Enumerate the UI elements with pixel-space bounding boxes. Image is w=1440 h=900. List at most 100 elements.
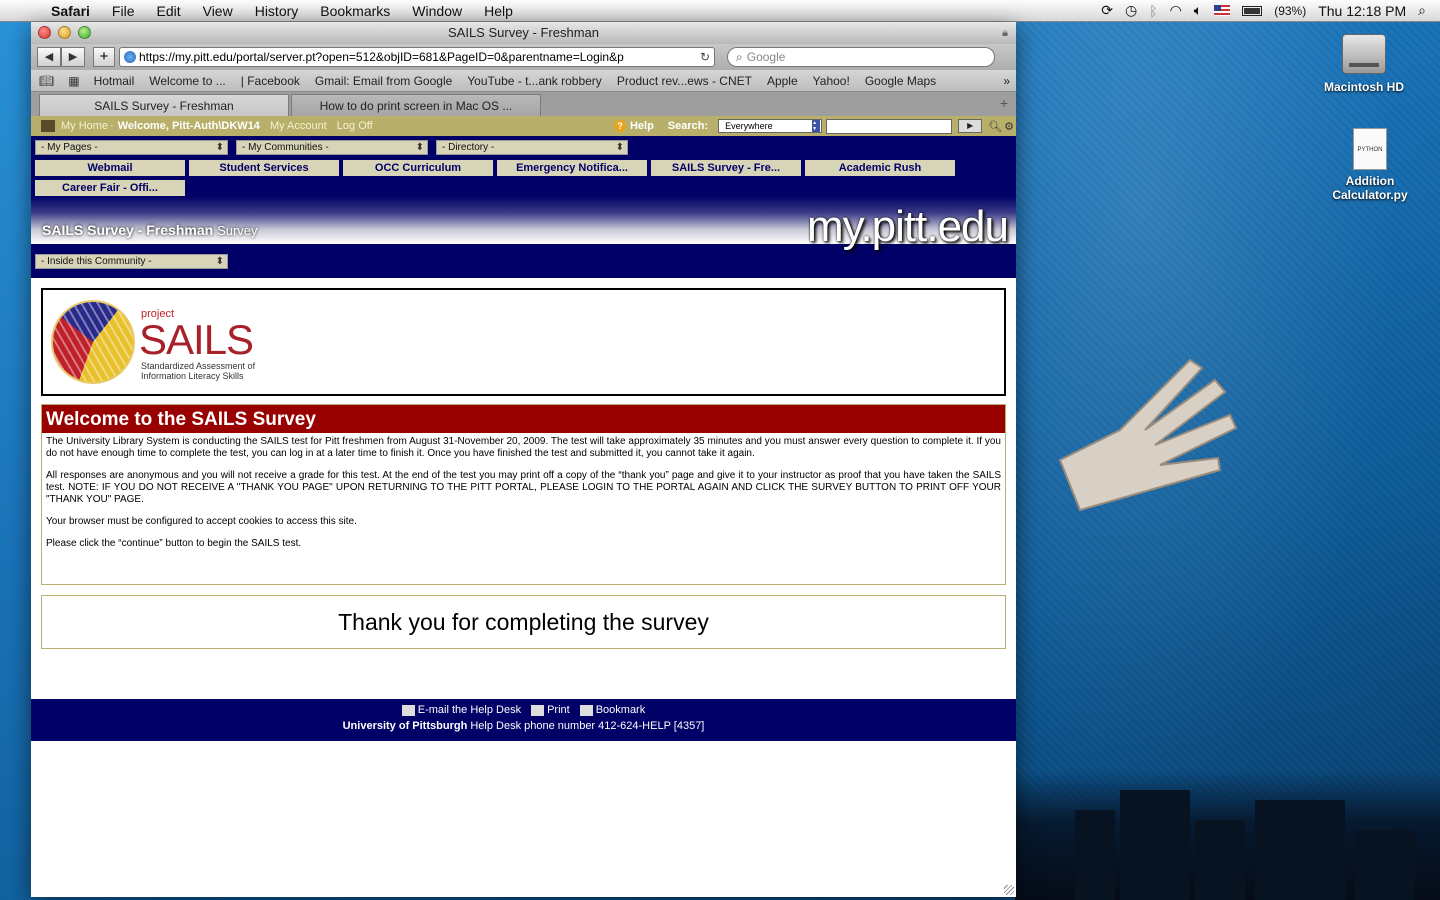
my-pages-dropdown[interactable]: - My Pages - xyxy=(35,140,228,155)
zoom-icon[interactable] xyxy=(78,26,91,39)
bookmark-welcome[interactable]: Welcome to ... xyxy=(149,74,225,88)
portal-search-label: Search: xyxy=(667,120,709,132)
new-tab-icon[interactable]: + xyxy=(1000,95,1008,111)
thank-you-panel: Thank you for completing the survey xyxy=(41,595,1006,649)
bookmark-gmail[interactable]: Gmail: Email from Google xyxy=(315,74,452,88)
search-field[interactable]: ⌕ Google xyxy=(727,47,995,67)
menu-view[interactable]: View xyxy=(192,3,244,19)
portal-brand-logo: my.pitt.edu xyxy=(807,202,1009,251)
volume-icon[interactable]: 🔈︎ xyxy=(1194,2,1202,19)
tab-print-screen[interactable]: How to do print screen in Mac OS ... xyxy=(291,94,541,116)
back-button[interactable]: ◀ xyxy=(37,47,61,67)
page-title: SAILS Survey - Freshman Survey xyxy=(42,222,258,238)
phone-text: Help Desk phone number 412-624-HELP [435… xyxy=(470,720,705,732)
browser-window: SAILS Survey - Freshman 🔒︎ ◀ ▶ + https:/… xyxy=(31,22,1016,897)
my-home-link[interactable]: My Home xyxy=(61,120,108,132)
nav-career-fair[interactable]: Career Fair - Offi... xyxy=(35,180,185,196)
lock-icon: 🔒︎ xyxy=(1002,27,1008,39)
email-help-desk-link[interactable]: E-mail the Help Desk xyxy=(401,704,521,716)
tab-sails-survey[interactable]: SAILS Survey - Freshman xyxy=(39,94,289,116)
search-go-button[interactable]: ▶ xyxy=(958,119,983,133)
site-globe-icon xyxy=(124,51,136,63)
bookmark-yahoo[interactable]: Yahoo! xyxy=(813,74,850,88)
my-account-link[interactable]: My Account xyxy=(270,120,327,132)
menu-edit[interactable]: Edit xyxy=(145,3,191,19)
nav-emergency[interactable]: Emergency Notifica... xyxy=(497,160,647,176)
window-titlebar[interactable]: SAILS Survey - Freshman 🔒︎ xyxy=(31,22,1016,44)
welcome-user: Welcome, Pitt-Auth\DKW14 xyxy=(117,120,260,132)
portal-footer: E-mail the Help Desk Print Bookmark Univ… xyxy=(31,699,1016,741)
nav-occ-curriculum[interactable]: OCC Curriculum xyxy=(343,160,493,176)
welcome-paragraph-1: The University Library System is conduct… xyxy=(46,436,1001,459)
bookmark-hotmail[interactable]: Hotmail xyxy=(94,74,135,88)
address-bar[interactable]: https://my.pitt.edu/portal/server.pt?ope… xyxy=(119,47,715,67)
welcome-paragraph-2: All responses are anonymous and you will… xyxy=(46,470,1001,505)
help-link[interactable]: ? Help xyxy=(613,120,654,132)
time-machine-icon[interactable]: ◷ xyxy=(1125,2,1137,19)
portal-search-input[interactable] xyxy=(826,118,953,134)
bookmark-facebook[interactable]: | Facebook xyxy=(241,74,300,88)
bookmark-google-maps[interactable]: Google Maps xyxy=(865,74,936,88)
book-icon[interactable]: 📖︎ xyxy=(39,74,54,88)
menu-bar: Safari File Edit View History Bookmarks … xyxy=(0,0,1440,22)
sync-icon[interactable]: ⟳ xyxy=(1101,2,1113,19)
forward-button[interactable]: ▶ xyxy=(61,47,85,67)
separator: · xyxy=(110,120,114,132)
grid-icon[interactable]: ▦ xyxy=(68,74,79,88)
add-bookmark-button[interactable]: + xyxy=(93,47,115,67)
nav-webmail[interactable]: Webmail xyxy=(35,160,185,176)
wifi-icon[interactable]: ◠ xyxy=(1170,2,1182,19)
bluetooth-icon[interactable]: ᛒ xyxy=(1149,3,1157,19)
file-label-line2: Calculator.py xyxy=(1332,188,1408,202)
portal-banner: SAILS Survey - Freshman Survey my.pitt.e… xyxy=(31,196,1016,251)
advanced-search-icon[interactable]: 🔍︎ xyxy=(988,120,1002,133)
app-menu[interactable]: Safari xyxy=(40,3,101,19)
menu-window[interactable]: Window xyxy=(401,3,473,19)
search-placeholder: Google xyxy=(746,50,786,64)
spotlight-icon[interactable]: ⌕ xyxy=(1418,2,1426,19)
wallpaper-hand xyxy=(1058,358,1238,512)
menu-history[interactable]: History xyxy=(244,3,310,19)
log-off-link[interactable]: Log Off xyxy=(337,120,373,132)
desktop-icon-file[interactable]: PYTHON Addition Calculator.py xyxy=(1322,128,1418,202)
menubar-clock[interactable]: Thu 12:18 PM xyxy=(1318,3,1406,19)
nav-academic-rush[interactable]: Academic Rush xyxy=(805,160,955,176)
reload-icon[interactable]: ↻ xyxy=(700,50,710,64)
minimize-icon[interactable] xyxy=(58,26,71,39)
bookmark-cnet[interactable]: Product rev...ews - CNET xyxy=(617,74,752,88)
search-icon: ⌕ xyxy=(736,49,743,64)
nav-student-services[interactable]: Student Services xyxy=(189,160,339,176)
bookmark-youtube[interactable]: YouTube - t...ank robbery xyxy=(467,74,602,88)
search-scope-select[interactable]: Everywhere xyxy=(718,119,823,133)
bookmark-icon xyxy=(579,704,593,716)
menu-bookmarks[interactable]: Bookmarks xyxy=(309,3,401,19)
portal-nav: - My Pages - - My Communities - - Direct… xyxy=(31,136,1016,196)
browser-toolbar: ◀ ▶ + https://my.pitt.edu/portal/server.… xyxy=(31,44,1016,70)
welcome-body: The University Library System is conduct… xyxy=(42,433,1005,584)
resize-grip-icon[interactable] xyxy=(1004,885,1014,895)
close-icon[interactable] xyxy=(38,26,51,39)
menu-help[interactable]: Help xyxy=(473,3,524,19)
more-bookmarks-icon[interactable]: » xyxy=(1003,74,1010,88)
directory-dropdown[interactable]: - Directory - xyxy=(436,140,628,155)
bookmark-apple[interactable]: Apple xyxy=(767,74,798,88)
welcome-heading: Welcome to the SAILS Survey xyxy=(42,405,1005,433)
logo-sails-text: SAILS xyxy=(139,316,254,363)
my-communities-dropdown[interactable]: - My Communities - xyxy=(236,140,428,155)
bookmark-link[interactable]: Bookmark xyxy=(579,704,645,716)
help-label: Help xyxy=(629,120,654,132)
wallpaper-skyline xyxy=(1015,770,1440,900)
desktop-icon-hd[interactable]: Macintosh HD xyxy=(1318,34,1410,94)
settings-icon[interactable]: ⚙ xyxy=(1004,120,1014,133)
inside-community-dropdown[interactable]: - Inside this Community - xyxy=(35,254,228,269)
hard-drive-icon xyxy=(1342,34,1386,74)
print-link[interactable]: Print xyxy=(531,704,570,716)
community-buttons: Webmail Student Services OCC Curriculum … xyxy=(35,160,965,196)
nav-sails-survey[interactable]: SAILS Survey - Fre... xyxy=(651,160,801,176)
menu-file[interactable]: File xyxy=(101,3,146,19)
email-icon xyxy=(401,704,415,716)
battery-icon[interactable] xyxy=(1242,5,1263,16)
page-title-main: SAILS Survey - Freshman xyxy=(42,222,214,238)
input-flag-icon[interactable] xyxy=(1214,5,1231,16)
help-icon: ? xyxy=(613,120,626,132)
